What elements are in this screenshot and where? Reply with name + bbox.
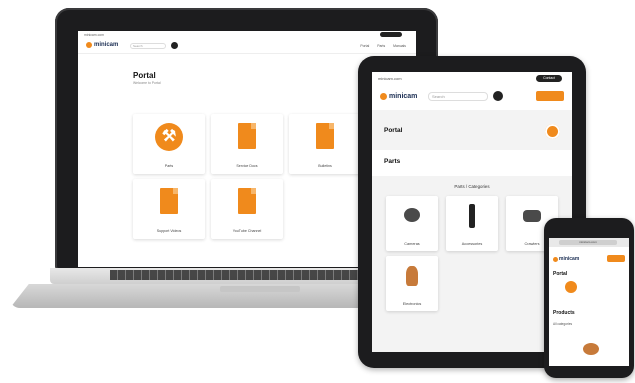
wrench-icon: ⚒	[155, 123, 183, 151]
tile-parts[interactable]: ⚒ Parts	[133, 114, 205, 174]
tile-label: Support Videos	[156, 229, 182, 233]
phone-section-sub: All categories	[553, 322, 573, 326]
category-label: Accessories	[461, 242, 483, 246]
tablet-navbar: minicam Search	[372, 86, 572, 108]
logo-mark-icon	[380, 93, 387, 100]
tablet-menu-button[interactable]	[536, 91, 564, 101]
phone-url-field[interactable]: minicam.com	[559, 240, 617, 245]
phone-section-title: Products	[553, 310, 575, 316]
category-label: Electronics	[402, 302, 422, 306]
document-icon	[316, 123, 335, 149]
phone-browser-bar: minicam.com	[549, 238, 629, 247]
phone-logo[interactable]: minicam	[553, 256, 579, 262]
document-camera-icon	[238, 123, 257, 149]
laptop-page-title: Portal	[133, 71, 156, 80]
tile-label: Bulletins	[318, 164, 332, 168]
laptop-page-subtitle: Welcome to Portal	[133, 81, 161, 85]
tile-label: YouTube Channel	[232, 229, 262, 233]
trackpad	[220, 286, 300, 292]
youtube-icon	[238, 188, 257, 214]
laptop-search-button[interactable]	[171, 42, 178, 49]
tablet-page-title: Portal	[384, 127, 403, 134]
tablet-avatar[interactable]	[545, 124, 560, 139]
tile-service-docs[interactable]: Service Docs	[211, 114, 283, 174]
laptop-nav-link[interactable]: Parts	[377, 44, 385, 48]
logo-mark-icon	[86, 42, 92, 48]
phone-page-title: Portal	[553, 271, 568, 277]
phone-screen: minicam.com minicam Portal Products All …	[549, 238, 629, 366]
laptop-logo-text: minicam	[94, 42, 119, 48]
category-label: Cameras	[404, 242, 420, 246]
laptop-topbar-pill[interactable]	[380, 32, 402, 37]
camera-product-icon	[404, 208, 420, 222]
laptop-nav-link[interactable]: Manuals	[393, 44, 406, 48]
phone-menu-button[interactable]	[607, 255, 625, 262]
tablet-section-title: Parts	[384, 158, 401, 165]
phone-avatar[interactable]	[565, 281, 577, 293]
tablet-topbar-text: minicam.com	[378, 76, 402, 81]
laptop-logo[interactable]: minicam	[86, 42, 118, 48]
video-play-icon	[160, 188, 179, 214]
laptop-navbar: minicam Search Portal Parts Manuals	[78, 39, 416, 54]
tile-label: Service Docs	[236, 164, 258, 168]
category-electronics[interactable]: Electronics	[386, 256, 438, 311]
tablet-topbar: minicam.com Contact	[372, 72, 572, 84]
tile-label: Parts	[164, 164, 174, 168]
tablet-search-button[interactable]	[493, 91, 503, 101]
tablet-logo-text: minicam	[389, 93, 418, 100]
tile-youtube-channel[interactable]: YouTube Channel	[211, 179, 283, 239]
product-thumbnail-icon	[583, 343, 599, 355]
logo-mark-icon	[553, 256, 558, 262]
phone-logo-text: minicam	[559, 256, 580, 262]
laptop-search-input[interactable]: Search	[130, 43, 166, 49]
laptop-topbar: minicam.com	[78, 31, 416, 38]
tile-support-videos[interactable]: Support Videos	[133, 179, 205, 239]
category-accessories[interactable]: Accessories	[446, 196, 498, 251]
push-rod-icon	[469, 204, 475, 228]
laptop-nav-links: Portal Parts Manuals	[360, 44, 406, 48]
tablet-logo[interactable]: minicam	[380, 93, 417, 100]
electronics-icon	[406, 266, 418, 286]
category-cameras[interactable]: Cameras	[386, 196, 438, 251]
laptop-topbar-text: minicam.com	[84, 33, 104, 37]
tile-bulletins[interactable]: Bulletins	[289, 114, 361, 174]
tablet-contact-button[interactable]: Contact	[536, 75, 562, 82]
crawler-icon	[523, 210, 541, 222]
laptop-nav-link[interactable]: Portal	[360, 44, 369, 48]
tablet-search-input[interactable]: Search	[428, 92, 488, 101]
tablet-screen: minicam.com Contact minicam Search Porta…	[372, 72, 572, 352]
tablet-category-heading: Parts / Categories	[454, 184, 490, 189]
